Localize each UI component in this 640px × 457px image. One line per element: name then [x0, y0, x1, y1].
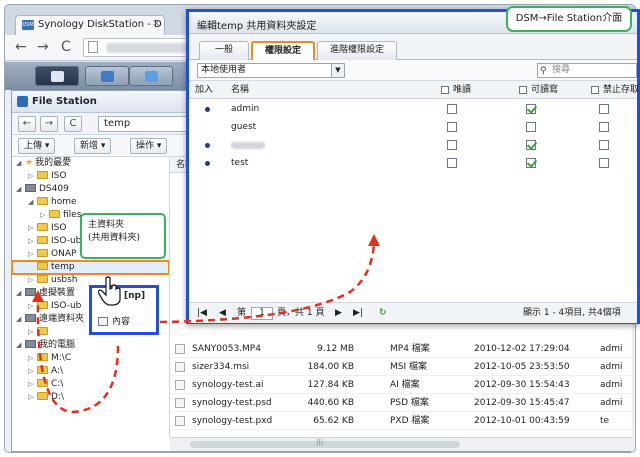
annotation-arrows [32, 234, 380, 414]
arrow-head-dialog [368, 234, 380, 246]
arrow-context-to-dialog [159, 242, 376, 324]
arrow-tree-to-temp [36, 299, 120, 414]
arrow-head-up [32, 290, 44, 302]
